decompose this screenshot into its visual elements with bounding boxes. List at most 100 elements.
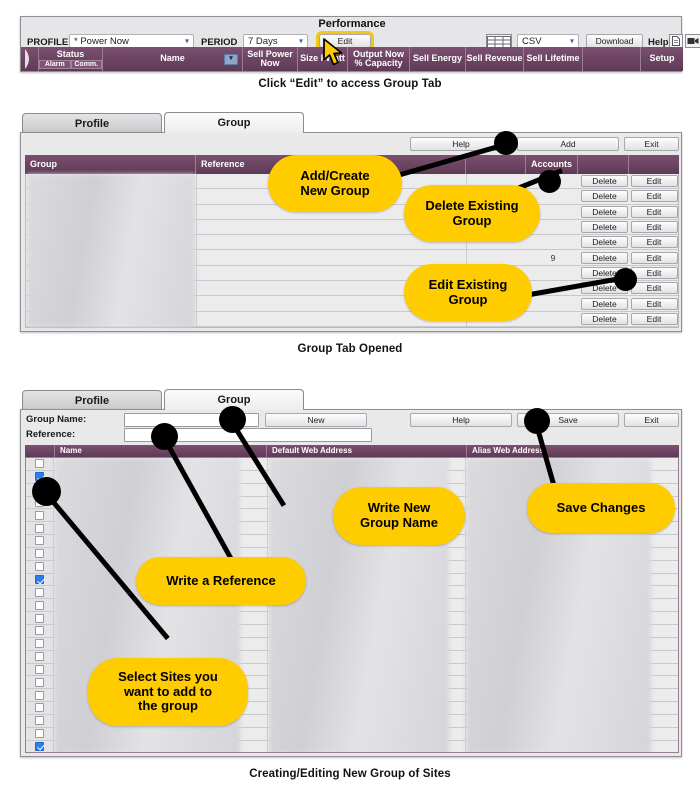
- checkbox-unchecked-icon[interactable]: [35, 523, 44, 533]
- site-select-checkbox[interactable]: [26, 714, 54, 727]
- edit-button[interactable]: Edit: [630, 221, 678, 234]
- tab-group-1[interactable]: Group: [164, 112, 304, 133]
- checkbox-unchecked-icon[interactable]: [35, 716, 44, 726]
- edit-button[interactable]: Edit: [630, 236, 678, 249]
- site-select-checkbox[interactable]: [26, 702, 54, 714]
- delete-button[interactable]: Delete: [581, 205, 628, 218]
- checkbox-unchecked-icon[interactable]: [35, 510, 44, 520]
- column-output-now[interactable]: Output Now % Capacity: [348, 47, 410, 71]
- site-select-checkbox[interactable]: [26, 547, 54, 560]
- checkbox-unchecked-icon[interactable]: [35, 587, 44, 597]
- checkbox-unchecked-icon[interactable]: [35, 664, 44, 674]
- column-group[interactable]: Group: [25, 155, 196, 174]
- site-select-checkbox[interactable]: [26, 599, 54, 612]
- edit-button[interactable]: Edit: [630, 205, 678, 218]
- edit-button[interactable]: Edit: [630, 175, 678, 188]
- video-icon[interactable]: [685, 34, 700, 48]
- checkbox-unchecked-icon[interactable]: [35, 536, 44, 546]
- format-select[interactable]: CSV ▾: [517, 34, 579, 48]
- document-icon[interactable]: [669, 34, 683, 48]
- column-blank: [583, 47, 641, 71]
- checkbox-unchecked-icon[interactable]: [35, 613, 44, 623]
- column-sell-revenue[interactable]: Sell Revenue: [466, 47, 524, 71]
- chevron-down-icon: ▾: [184, 36, 189, 46]
- edit-new-button[interactable]: New: [265, 413, 367, 427]
- checkbox-unchecked-icon[interactable]: [35, 690, 44, 700]
- checkbox-unchecked-icon[interactable]: [35, 626, 44, 636]
- site-select-checkbox[interactable]: [26, 637, 54, 650]
- column-sell-energy[interactable]: Sell Energy: [410, 47, 466, 71]
- site-select-checkbox[interactable]: [26, 560, 54, 573]
- column-group-blank-3: [629, 155, 679, 174]
- delete-button[interactable]: Delete: [581, 297, 628, 310]
- checkbox-checked-icon[interactable]: [35, 741, 44, 751]
- delete-cell: Delete: [579, 205, 630, 219]
- edit-cell: Edit: [630, 220, 678, 234]
- site-select-checkbox[interactable]: [26, 624, 54, 637]
- edit-button[interactable]: Edit: [630, 251, 678, 264]
- sort-chevron-icon[interactable]: ▾: [224, 53, 238, 65]
- grid-icon[interactable]: [486, 34, 512, 48]
- edit-exit-button[interactable]: Exit: [624, 413, 679, 427]
- edit-button[interactable]: Edit: [630, 190, 678, 203]
- reference-cell: [197, 250, 467, 265]
- edit-button[interactable]: Edit: [630, 282, 678, 295]
- edit-help-button[interactable]: Help: [410, 413, 512, 427]
- delete-button[interactable]: Delete: [581, 175, 628, 188]
- checkbox-unchecked-icon[interactable]: [35, 729, 44, 739]
- group-name-label: Group Name:: [26, 414, 87, 425]
- checkbox-unchecked-icon[interactable]: [35, 459, 44, 469]
- performance-panel: Performance PROFILE * Power Now ▾ PERIOD…: [20, 16, 700, 72]
- site-select-checkbox[interactable]: [26, 535, 54, 547]
- site-select-checkbox[interactable]: [26, 522, 54, 535]
- checkbox-unchecked-icon[interactable]: [35, 562, 44, 572]
- column-name[interactable]: Name ▾: [103, 47, 243, 71]
- tab-profile-2[interactable]: Profile: [22, 390, 162, 410]
- site-select-checkbox[interactable]: [26, 663, 54, 676]
- column-sell-lifetime[interactable]: Sell Lifetime: [524, 47, 583, 71]
- column-default-web-address[interactable]: Default Web Address: [267, 445, 467, 457]
- column-sell-power-now[interactable]: Sell Power Now: [243, 47, 298, 71]
- checkbox-checked-icon[interactable]: [35, 575, 44, 585]
- checkbox-unchecked-icon[interactable]: [35, 639, 44, 649]
- group-add-button[interactable]: Add: [517, 137, 619, 151]
- column-setup[interactable]: Setup: [641, 47, 683, 71]
- checkbox-unchecked-icon[interactable]: [35, 652, 44, 662]
- accounts-cell: 9: [550, 252, 556, 263]
- tab-profile-1[interactable]: Profile: [22, 113, 162, 133]
- edit-button[interactable]: Edit: [630, 266, 678, 279]
- edit-cell: Edit: [630, 174, 678, 188]
- site-select-checkbox[interactable]: [26, 612, 54, 624]
- delete-cell: Delete: [579, 174, 630, 188]
- column-alias-web-address[interactable]: Alias Web Address: [467, 445, 679, 457]
- period-select[interactable]: 7 Days ▾: [243, 34, 308, 48]
- column-status[interactable]: Status Alarm Comm.: [39, 47, 103, 71]
- delete-button[interactable]: Delete: [581, 221, 628, 234]
- leader-dot-add: [494, 131, 518, 155]
- download-button[interactable]: Download: [586, 34, 643, 48]
- edit-button[interactable]: Edit: [630, 312, 678, 325]
- delete-cell: Delete: [579, 296, 630, 310]
- delete-button[interactable]: Delete: [581, 190, 628, 203]
- site-select-checkbox[interactable]: [26, 740, 54, 752]
- delete-button[interactable]: Delete: [581, 312, 628, 325]
- checkbox-unchecked-icon[interactable]: [35, 549, 44, 559]
- delete-button[interactable]: Delete: [581, 251, 628, 264]
- site-select-checkbox[interactable]: [26, 727, 54, 740]
- leader-dot-edit: [614, 268, 637, 291]
- edit-button[interactable]: Edit: [630, 297, 678, 310]
- site-select-checkbox[interactable]: [26, 586, 54, 599]
- site-select-checkbox[interactable]: [26, 689, 54, 702]
- checkbox-unchecked-icon[interactable]: [35, 703, 44, 713]
- site-select-checkbox[interactable]: [26, 573, 54, 586]
- checkbox-unchecked-icon[interactable]: [35, 600, 44, 610]
- delete-button[interactable]: Delete: [581, 236, 628, 249]
- profile-select[interactable]: * Power Now ▾: [69, 34, 194, 48]
- site-select-checkbox[interactable]: [26, 458, 54, 470]
- site-select-checkbox[interactable]: [26, 676, 54, 689]
- site-select-checkbox[interactable]: [26, 650, 54, 663]
- group-exit-button[interactable]: Exit: [624, 137, 679, 151]
- site-select-checkbox[interactable]: [26, 509, 54, 522]
- row-arrow-icon: [21, 47, 39, 71]
- checkbox-unchecked-icon[interactable]: [35, 677, 44, 687]
